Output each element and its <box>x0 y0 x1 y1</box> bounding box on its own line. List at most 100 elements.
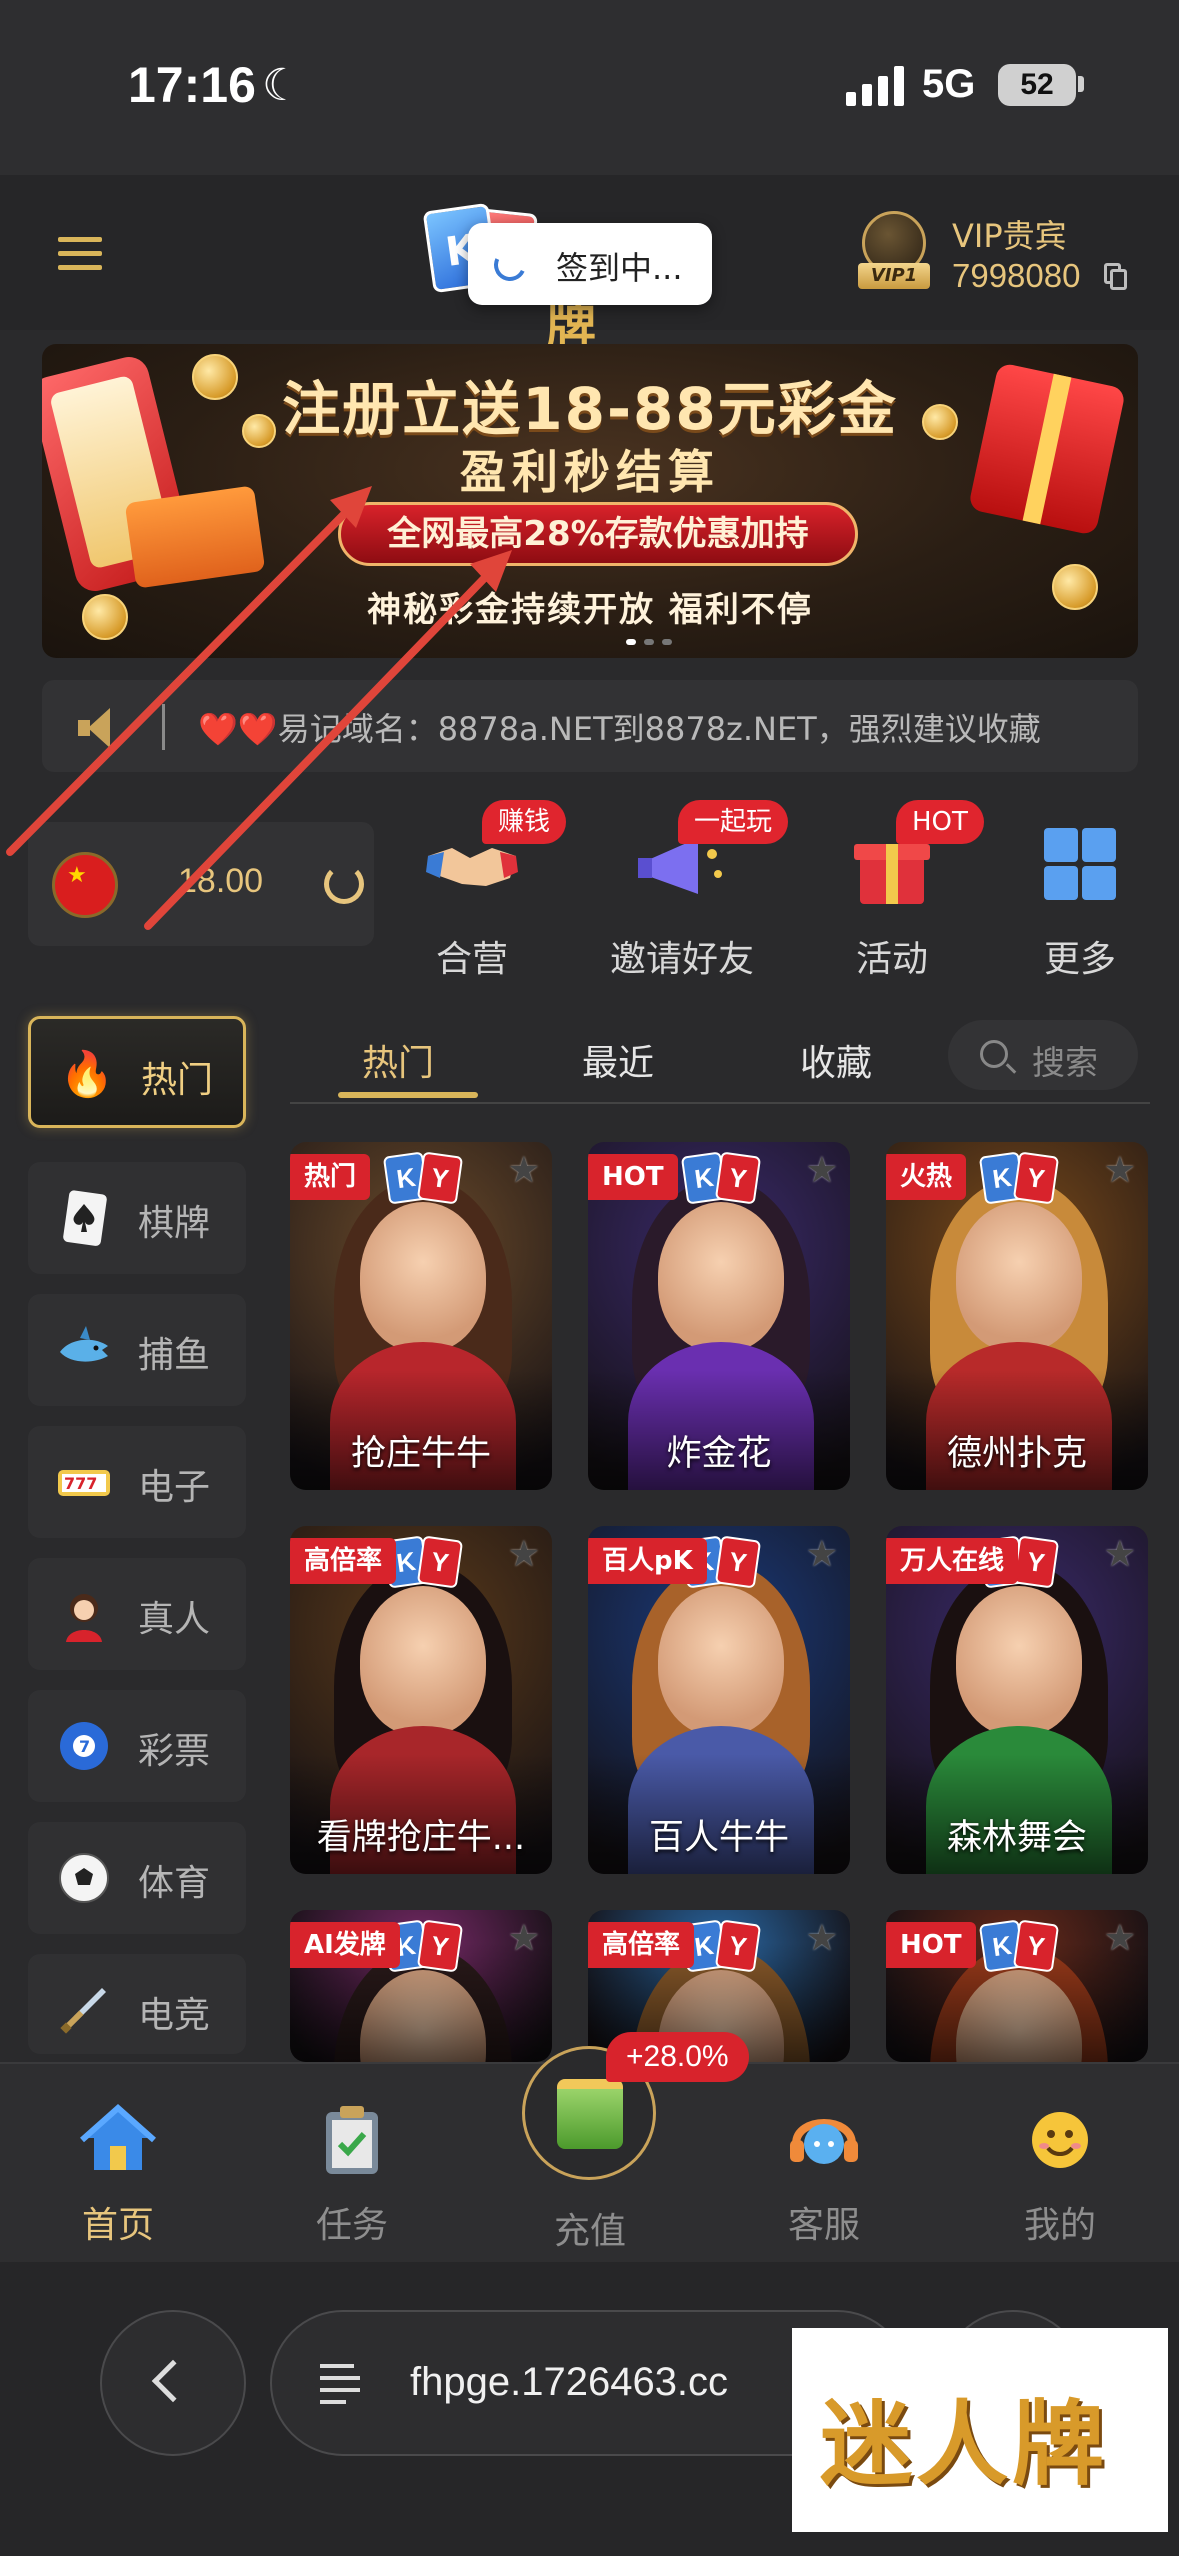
game-tag: AI发牌 <box>290 1922 400 1968</box>
quick-nav-activity[interactable]: HOT 活动 <box>792 800 992 990</box>
battery-icon <box>1078 76 1084 92</box>
refresh-icon[interactable] <box>324 864 364 904</box>
balance-box: ★ 18.00 <box>28 822 374 946</box>
copy-icon[interactable] <box>1104 263 1128 291</box>
status-time: 17:16 <box>128 57 256 113</box>
game-card[interactable]: K Y AI发牌 ★ <box>290 1910 552 2062</box>
toast-text: 签到中... <box>556 249 683 287</box>
nav-profile[interactable]: 我的 <box>970 2064 1150 2264</box>
sidebar-item-fishing[interactable]: 捕鱼 <box>28 1294 246 1406</box>
battery-level: 52 <box>998 64 1076 106</box>
game-card[interactable]: K Y 热门 ★ 抢庄牛牛 <box>290 1142 552 1490</box>
game-tag: 高倍率 <box>290 1538 397 1584</box>
signin-toast: 签到中... <box>468 223 712 305</box>
headset-icon <box>784 2100 864 2180</box>
url-text: fhpge.1726463.cc <box>410 2360 729 2404</box>
game-card[interactable]: K Y 高倍率 ★ 看牌抢庄牛... <box>290 1526 552 1874</box>
announcement-marquee[interactable]: ❤️❤️易记域名：8878a.NET到8878z.NET，强烈建议收藏 <box>42 680 1138 772</box>
favorite-star-icon[interactable]: ★ <box>508 1534 540 1575</box>
speaker-icon <box>78 708 118 748</box>
game-card[interactable]: K Y HOT ★ 炸金花 <box>588 1142 850 1490</box>
vip-avatar[interactable]: VIP1 <box>858 211 930 293</box>
banner-pill: 全网最高28%存款优惠加持 <box>338 502 858 566</box>
back-button[interactable] <box>100 2310 246 2456</box>
character-face <box>658 1202 784 1352</box>
divider <box>162 704 165 750</box>
tab-favorites[interactable]: 收藏 <box>800 1034 872 1086</box>
marquee-text: ❤️❤️易记域名：8878a.NET到8878z.NET，强烈建议收藏 <box>198 704 1041 750</box>
chevron-left-icon <box>151 2359 195 2403</box>
game-card[interactable]: K Y 火热 ★ 德州扑克 <box>886 1142 1148 1490</box>
game-tag: HOT <box>886 1922 976 1968</box>
badge: 一起玩 <box>678 800 789 844</box>
favorite-star-icon[interactable]: ★ <box>1104 1150 1136 1191</box>
sword-icon <box>56 1982 112 2038</box>
marquee-message: 易记域名：8878a.NET到8878z.NET，强烈建议收藏 <box>277 710 1041 748</box>
sidebar-item-slots[interactable]: 777 电子 <box>28 1426 246 1538</box>
status-bar: 17:16 ☾ 5G 52 <box>0 0 1179 175</box>
lottery-ball-icon: 7 <box>56 1718 112 1774</box>
favorite-star-icon[interactable]: ★ <box>806 1534 838 1575</box>
game-tag: HOT <box>588 1154 678 1200</box>
vip-rank: VIP1 <box>858 263 930 289</box>
tab-recent[interactable]: 最近 <box>582 1034 654 1086</box>
smiley-icon <box>1020 2100 1100 2180</box>
sidebar-item-live[interactable]: 真人 <box>28 1558 246 1670</box>
sidebar-label: 热门 <box>141 1060 214 1101</box>
ky-logo-icon: KY <box>978 1919 1060 1973</box>
sidebar-item-sports[interactable]: 体育 <box>28 1822 246 1934</box>
game-card[interactable]: KY百人pK★百人牛牛 <box>588 1526 850 1874</box>
nav-tasks[interactable]: 任务 <box>262 2064 442 2264</box>
sidebar-item-esports[interactable]: 电竞 <box>28 1954 246 2054</box>
badge: HOT <box>896 800 984 844</box>
user-id: 7998080 <box>952 257 1081 294</box>
search-input[interactable]: 搜索 <box>948 1020 1138 1090</box>
promo-banner[interactable]: 注册立送18-88元彩金 盈利秒结算 全网最高28%存款优惠加持 神秘彩金持续开… <box>42 344 1138 658</box>
favorite-star-icon[interactable]: ★ <box>1104 1918 1136 1959</box>
spade-card-icon <box>56 1190 112 1246</box>
game-name: 炸金花 <box>666 1434 772 1474</box>
nav-home[interactable]: 首页 <box>28 2064 208 2264</box>
sidebar-label: 棋牌 <box>138 1203 211 1244</box>
game-tag: 火热 <box>886 1154 967 1200</box>
quick-nav-invite[interactable]: 一起玩 邀请好友 <box>582 800 789 990</box>
character-face <box>956 1202 1082 1352</box>
favorite-star-icon[interactable]: ★ <box>508 1150 540 1191</box>
game-name: 看牌抢庄牛... <box>316 1818 526 1858</box>
quick-label: 活动 <box>855 939 928 980</box>
menu-icon[interactable] <box>58 237 102 271</box>
grid-icon <box>1030 826 1130 906</box>
game-card[interactable]: KY万人在线★森林舞会 <box>886 1526 1148 1874</box>
ky-logo-icon: KY <box>382 1535 464 1589</box>
game-card[interactable]: K Y HOT ★ <box>886 1910 1148 2062</box>
game-name: 德州扑克 <box>946 1434 1087 1474</box>
quick-nav-more[interactable]: 更多 <box>980 800 1179 990</box>
favorite-star-icon[interactable]: ★ <box>806 1918 838 1959</box>
character-face <box>360 1202 486 1352</box>
favorite-star-icon[interactable]: ★ <box>1104 1534 1136 1575</box>
favorite-star-icon[interactable]: ★ <box>806 1150 838 1191</box>
game-name: 抢庄牛牛 <box>350 1434 491 1474</box>
tabs-divider <box>290 1102 1150 1104</box>
search-icon <box>980 1040 1008 1068</box>
sidebar-item-chess[interactable]: 棋牌 <box>28 1162 246 1274</box>
banner-subtitle: 盈利秒结算 <box>460 445 720 499</box>
tab-hot[interactable]: 热门 <box>362 1034 434 1086</box>
quick-nav-partner[interactable]: 赚钱 合营 <box>372 800 572 990</box>
vip-title: VIP贵宾 <box>952 217 1067 255</box>
nav-label: 客服 <box>787 2205 860 2246</box>
sidebar-label: 捕鱼 <box>138 1335 211 1376</box>
favorite-star-icon[interactable]: ★ <box>508 1918 540 1959</box>
game-name: 百人牛牛 <box>648 1818 789 1858</box>
fire-icon: 🔥 <box>59 1049 115 1100</box>
banner-title: 注册立送18-88元彩金 <box>282 375 898 443</box>
nav-support[interactable]: 客服 <box>734 2064 914 2264</box>
app-header: K 开元棋牌 签到中... VIP1 VIP贵宾 7998080 <box>0 175 1179 356</box>
network-type: 5G <box>922 62 976 106</box>
sidebar-item-hot[interactable]: 🔥 热门 <box>28 1016 246 1128</box>
quick-label: 更多 <box>1043 939 1116 980</box>
banner-footer: 神秘彩金持续开放 福利不停 <box>367 590 813 630</box>
sidebar-item-lottery[interactable]: 7 彩票 <box>28 1690 246 1802</box>
character-face <box>658 1586 784 1736</box>
badge: 赚钱 <box>482 800 567 844</box>
